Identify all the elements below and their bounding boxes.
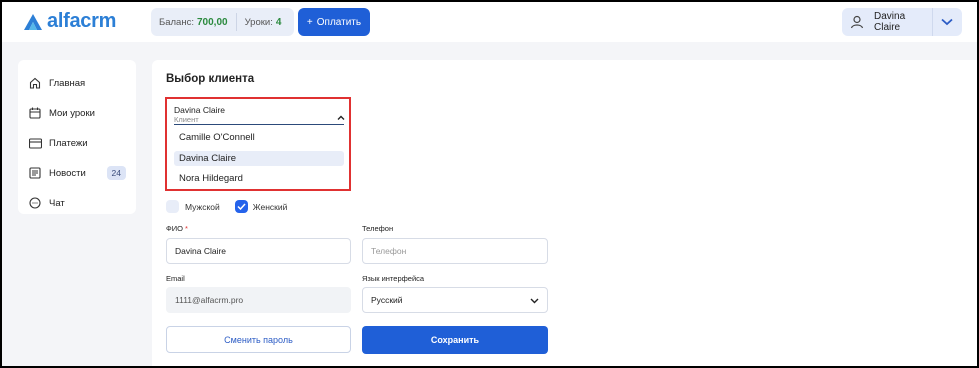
- balance: Баланс: 700,00: [151, 8, 236, 36]
- change-password-button[interactable]: Сменить пароль: [166, 326, 351, 353]
- balance-value: 700,00: [196, 16, 228, 28]
- language-select[interactable]: Русский: [362, 287, 548, 313]
- chevron-down-icon[interactable]: [933, 8, 961, 36]
- save-button[interactable]: Сохранить: [362, 326, 548, 354]
- sidebar-item-label: Главная: [49, 77, 86, 89]
- sidebar-item-label: Мои уроки: [49, 107, 95, 119]
- fio-input[interactable]: Davina Claire: [166, 238, 351, 264]
- phone-input[interactable]: Телефон: [362, 238, 548, 264]
- chat-icon: [28, 196, 42, 210]
- client-select-dropdown: Davina Claire Клиент Camille O'Connell D…: [165, 97, 351, 191]
- user-icon: [845, 10, 869, 34]
- main-content: Выбор клиента Davina Claire Клиент Camil…: [152, 60, 977, 366]
- gender-male-label: Мужской: [185, 201, 220, 212]
- phone-label: Телефон: [362, 224, 394, 233]
- balance-label: Баланс:: [159, 16, 194, 28]
- gender-female-label: Женский: [252, 201, 288, 212]
- sidebar-item-label: Чат: [49, 197, 65, 209]
- calendar-icon: [28, 106, 42, 120]
- select-underline: [174, 124, 344, 125]
- lessons-label: Уроки:: [244, 16, 273, 28]
- news-count-badge: 24: [106, 166, 126, 180]
- language-value: Русский: [371, 295, 403, 305]
- page-title: Выбор клиента: [166, 73, 255, 85]
- lessons: Уроки: 4: [237, 8, 290, 36]
- news-icon: [28, 166, 42, 180]
- client-select-value[interactable]: Davina Claire: [174, 105, 225, 115]
- email-input: 1111@alfacrm.pro: [166, 287, 351, 313]
- sidebar-item-lessons[interactable]: Мои уроки: [18, 98, 136, 128]
- gender-selector: Мужской Женский: [166, 200, 287, 213]
- fio-label: ФИО *: [166, 224, 188, 233]
- logo-icon: [24, 13, 42, 30]
- language-label: Язык интерфейса: [362, 274, 425, 283]
- sidebar-item-chat[interactable]: Чат: [18, 188, 136, 218]
- fio-label-text: ФИО: [166, 224, 183, 233]
- top-header: alfacrm Баланс: 700,00 Уроки: 4 + Оплати…: [2, 2, 977, 42]
- pay-button-label: Оплатить: [316, 16, 362, 28]
- client-option[interactable]: Nora Hildegard: [174, 171, 344, 186]
- lessons-value: 4: [275, 16, 282, 28]
- sidebar: Главная Мои уроки Платежи Новости 24 Чат: [18, 60, 136, 214]
- logo-text: alfacrm: [47, 10, 117, 32]
- card-icon: [28, 136, 42, 150]
- sidebar-item-label: Новости: [49, 167, 86, 179]
- app-window: alfacrm Баланс: 700,00 Уроки: 4 + Оплати…: [2, 2, 977, 366]
- plus-icon: +: [306, 16, 313, 28]
- gender-male-radio[interactable]: [166, 200, 179, 213]
- user-name: Davina Claire: [874, 11, 906, 33]
- sidebar-item-home[interactable]: Главная: [18, 68, 136, 98]
- user-menu[interactable]: Davina Claire: [842, 8, 962, 36]
- gender-female-checkbox[interactable]: [234, 200, 248, 213]
- client-option[interactable]: Camille O'Connell: [174, 130, 344, 145]
- logo[interactable]: alfacrm: [22, 10, 116, 33]
- required-mark: *: [185, 224, 188, 233]
- chevron-up-icon[interactable]: [336, 109, 346, 120]
- pay-button[interactable]: + Оплатить: [298, 8, 370, 36]
- client-select-label: Клиент: [174, 115, 199, 124]
- sidebar-item-payments[interactable]: Платежи: [18, 128, 136, 158]
- email-label: Email: [166, 274, 185, 283]
- check-icon: [237, 203, 246, 210]
- sidebar-item-label: Платежи: [49, 137, 88, 149]
- balance-panel: Баланс: 700,00 Уроки: 4: [151, 8, 294, 36]
- chevron-down-icon: [530, 296, 539, 306]
- client-option-selected[interactable]: Davina Claire: [174, 151, 344, 166]
- sidebar-item-news[interactable]: Новости 24: [18, 158, 136, 188]
- home-icon: [28, 76, 42, 90]
